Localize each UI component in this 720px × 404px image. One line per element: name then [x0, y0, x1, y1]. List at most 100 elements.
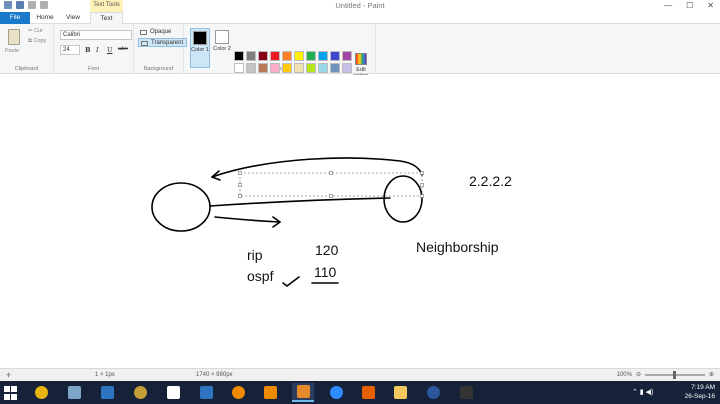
taskbar-app-network-tool[interactable] — [63, 383, 85, 402]
palette-swatch[interactable] — [306, 63, 316, 73]
tab-home[interactable]: Home — [32, 12, 58, 24]
palette-swatch[interactable] — [282, 51, 292, 61]
copy-label: Copy — [33, 38, 47, 44]
font-family-select[interactable]: Calibri — [60, 30, 132, 40]
palette-swatch[interactable] — [246, 63, 256, 73]
terminal-icon — [459, 386, 473, 399]
palette-swatch[interactable] — [318, 51, 328, 61]
taskbar-app-vlc[interactable] — [227, 383, 249, 402]
color1-label: Color 1 — [191, 47, 209, 53]
font-group-label: Font — [87, 66, 99, 72]
paste-button[interactable]: Paste — [5, 48, 19, 54]
bottom-arrow-line — [214, 216, 281, 223]
taskbar-app-folder[interactable] — [389, 383, 411, 402]
zoom-slider-thumb[interactable] — [672, 370, 676, 379]
taskbar-app-word[interactable] — [422, 383, 444, 402]
taskbar-app-vlc-2[interactable] — [259, 383, 281, 402]
tray-icons[interactable]: ⌃ ▮ ◀) — [632, 388, 653, 396]
cut-label: Cut — [34, 28, 43, 34]
drawing-canvas[interactable]: 2.2.2.2 Neighborship rip ospf 120 110 — [0, 75, 720, 368]
palette-swatch[interactable] — [270, 51, 280, 61]
taskbar-app-idea-app[interactable] — [162, 383, 184, 402]
opaque-icon — [140, 30, 147, 35]
rip-ad-value: 120 — [315, 242, 339, 258]
status-bar: ✛ 1 × 1px 1740 × 980px 100% ⊖ ⊕ — [0, 368, 720, 381]
palette-swatch[interactable] — [246, 51, 256, 61]
window-controls: — ☐ ✕ — [664, 1, 714, 10]
palette-swatch[interactable] — [234, 63, 244, 73]
taskbar-app-zoom[interactable] — [325, 383, 347, 402]
clipboard-group-label: Clipboard — [14, 66, 39, 72]
ribbon-tabs: File Home View Text — [0, 12, 720, 25]
rip-label: rip — [247, 247, 263, 263]
ribbon: Paste ✂ Cut ⧉ Copy Clipboard Calibri 24 … — [0, 24, 720, 85]
sketch-drawing — [151, 157, 424, 287]
zoom-in-button[interactable]: ⊕ — [709, 371, 714, 378]
taskbar-app-firefox[interactable] — [357, 383, 379, 402]
clock-time: 7:19 AM — [691, 384, 715, 391]
cursor-pos-icon: ✛ — [6, 373, 12, 379]
font-group: Calibri 24 B I U abc Font — [54, 24, 134, 74]
bold-button[interactable]: B — [85, 46, 91, 54]
color2-swatch — [215, 30, 229, 44]
firefox-dev-icon — [100, 386, 114, 399]
window-title: Untitled - Paint — [335, 1, 385, 10]
tab-file[interactable]: File — [0, 12, 30, 24]
background-group: Opaque Transparent Background — [134, 24, 188, 74]
selection-size: 1 × 1px — [95, 372, 115, 378]
color1-button[interactable]: Color 1 — [190, 28, 210, 68]
tool-app-icon — [133, 386, 147, 399]
cut-button[interactable]: ✂ Cut — [28, 28, 43, 34]
media-app-icon — [199, 386, 213, 399]
clock[interactable]: 7:19 AM 26-Sep-16 — [685, 383, 715, 401]
minimize-button[interactable]: — — [664, 1, 672, 10]
underline-button[interactable]: U — [107, 46, 112, 54]
paste-icon[interactable] — [8, 29, 20, 45]
palette-swatch[interactable] — [234, 51, 244, 61]
zoom-control: 100% ⊖ ⊕ — [617, 370, 714, 379]
palette-swatch[interactable] — [330, 63, 340, 73]
network-tool-icon — [67, 386, 81, 399]
palette-swatch[interactable] — [294, 63, 304, 73]
palette-swatch[interactable] — [258, 63, 268, 73]
start-button[interactable] — [4, 386, 18, 400]
palette-swatch[interactable] — [270, 63, 280, 73]
palette-swatch[interactable] — [282, 63, 292, 73]
checkmark-icon — [282, 276, 300, 287]
copy-button[interactable]: ⧉ Copy — [28, 38, 46, 45]
strikethrough-button[interactable]: abc — [118, 46, 128, 52]
canvas-size: 1740 × 980px — [196, 372, 233, 378]
neighborship-label: Neighborship — [416, 239, 499, 255]
ospf-ad-value: 110 — [314, 264, 337, 280]
zoom-slider[interactable] — [644, 370, 705, 379]
maximize-button[interactable]: ☐ — [686, 1, 693, 10]
palette-swatch[interactable] — [258, 51, 268, 61]
color2-button[interactable]: Color 2 — [212, 28, 232, 68]
font-size-select[interactable]: 24 — [60, 45, 80, 55]
zoom-out-button[interactable]: ⊖ — [636, 371, 641, 378]
taskbar-app-firefox-dev[interactable] — [96, 383, 118, 402]
taskbar: ⌃ ▮ ◀) 7:19 AM 26-Sep-16 — [0, 381, 720, 404]
text-selection-box — [239, 172, 423, 197]
palette-swatch[interactable] — [294, 51, 304, 61]
top-link-curve — [211, 157, 423, 178]
clipboard-group: Paste ✂ Cut ⧉ Copy Clipboard — [0, 24, 54, 74]
taskbar-app-terminal[interactable] — [455, 383, 477, 402]
palette-swatch[interactable] — [306, 51, 316, 61]
transparent-option[interactable]: Transparent — [138, 38, 188, 47]
vlc-icon — [231, 386, 245, 399]
vlc-2-icon — [263, 386, 277, 399]
close-button[interactable]: ✕ — [707, 1, 714, 10]
tab-view[interactable]: View — [60, 12, 86, 24]
palette-swatch[interactable] — [342, 63, 352, 73]
taskbar-app-chrome[interactable] — [30, 383, 52, 402]
palette-swatch[interactable] — [342, 51, 352, 61]
opaque-option[interactable]: Opaque — [138, 28, 174, 37]
taskbar-app-paint[interactable] — [292, 383, 314, 402]
selection-handles — [238, 171, 424, 198]
palette-swatch[interactable] — [318, 63, 328, 73]
palette-swatch[interactable] — [330, 51, 340, 61]
italic-button[interactable]: I — [96, 46, 99, 54]
taskbar-app-media-app[interactable] — [195, 383, 217, 402]
taskbar-app-tool-app[interactable] — [129, 383, 151, 402]
